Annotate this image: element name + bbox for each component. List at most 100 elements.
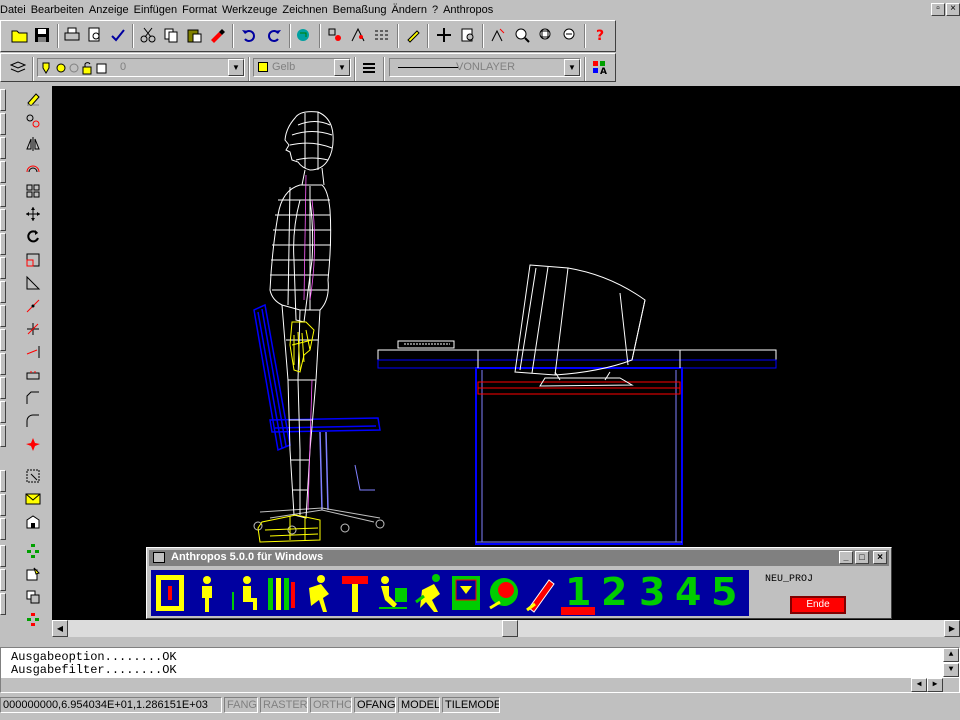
open-folder-icon[interactable]: [9, 24, 31, 46]
scroll-right-icon[interactable]: ▶: [927, 678, 943, 692]
seated-figure-icon[interactable]: [227, 572, 262, 614]
tilemode-toggle[interactable]: TILEMODE: [442, 697, 500, 713]
object-snap-icon[interactable]: [324, 24, 346, 46]
menu-zeichnen[interactable]: Zeichnen: [282, 4, 332, 16]
properties-icon[interactable]: A: [589, 57, 611, 79]
save-icon[interactable]: [31, 24, 53, 46]
pan-icon[interactable]: [433, 24, 455, 46]
layer-combo[interactable]: 0 ▼: [37, 58, 245, 77]
cut-icon[interactable]: [137, 24, 159, 46]
rotate-icon[interactable]: [22, 226, 44, 248]
extend-icon[interactable]: [22, 341, 44, 363]
print-icon[interactable]: [61, 24, 83, 46]
explode-icon[interactable]: [22, 433, 44, 455]
scroll-down-icon[interactable]: ▼: [943, 663, 959, 677]
menu-help[interactable]: ?: [432, 4, 443, 16]
snap-toggle[interactable]: FANG: [224, 697, 258, 713]
model-toggle[interactable]: MODEL: [398, 697, 440, 713]
chevron-down-icon[interactable]: ▼: [334, 59, 350, 76]
scroll-left-icon[interactable]: ◀: [52, 620, 68, 637]
command-window[interactable]: Ausgabeoption........OK Ausgabefilter...…: [0, 647, 960, 693]
tree-icon[interactable]: [22, 540, 44, 562]
scale-icon[interactable]: [22, 249, 44, 271]
fillet-icon[interactable]: [22, 410, 44, 432]
number-1[interactable]: 1: [565, 572, 591, 612]
erase-icon[interactable]: [22, 87, 44, 109]
zoom-previous-icon[interactable]: [559, 24, 581, 46]
insert-block-icon[interactable]: [22, 511, 44, 533]
scroll-left-icon[interactable]: ◀: [911, 678, 927, 692]
close-icon[interactable]: ×: [946, 3, 960, 16]
scroll-right-icon[interactable]: ▶: [944, 620, 960, 637]
number-5[interactable]: 5: [711, 572, 737, 612]
scroll-up-icon[interactable]: ▲: [943, 648, 959, 662]
named-views-icon[interactable]: [457, 24, 479, 46]
standing-figure-icon[interactable]: [190, 572, 225, 614]
pencil-icon[interactable]: [402, 24, 424, 46]
reach-figure-icon[interactable]: [338, 572, 373, 614]
xref-icon[interactable]: [22, 586, 44, 608]
chevron-down-icon[interactable]: ▼: [228, 59, 244, 76]
linetype-icon[interactable]: [371, 24, 393, 46]
info-figure-icon[interactable]: [153, 572, 188, 614]
copy-icon[interactable]: [160, 24, 182, 46]
running-figure-icon[interactable]: [412, 572, 447, 614]
linetype-combo[interactable]: VONLAYER ▼: [389, 58, 581, 77]
close-icon[interactable]: ×: [873, 551, 887, 564]
scroll-thumb[interactable]: [502, 620, 518, 637]
menu-anthropos[interactable]: Anthropos: [443, 4, 498, 16]
tracking-icon[interactable]: [347, 24, 369, 46]
edit-pencil-icon[interactable]: [523, 572, 558, 614]
menu-datei[interactable]: Datei: [0, 4, 31, 16]
grid-toggle[interactable]: RASTER: [260, 697, 308, 713]
stretch-icon[interactable]: [22, 272, 44, 294]
print-preview-icon[interactable]: [84, 24, 106, 46]
command-scrollbar[interactable]: ◀ ▶: [1, 678, 959, 692]
select-window-icon[interactable]: [22, 465, 44, 487]
number-4[interactable]: 4: [675, 572, 701, 612]
number-2[interactable]: 2: [601, 572, 627, 612]
visibility-check-icon[interactable]: [449, 572, 484, 614]
undo-icon[interactable]: [238, 24, 260, 46]
menu-einfuegen[interactable]: Einfügen: [134, 4, 182, 16]
zoom-window-icon[interactable]: [535, 24, 557, 46]
break-icon[interactable]: [22, 364, 44, 386]
motion-figure-icon[interactable]: [301, 572, 336, 614]
help-icon[interactable]: ?: [589, 24, 611, 46]
number-3[interactable]: 3: [639, 572, 665, 612]
chamfer-icon[interactable]: [22, 387, 44, 409]
offset-icon[interactable]: [22, 157, 44, 179]
aerial-view-icon[interactable]: [487, 24, 509, 46]
menu-aendern[interactable]: Ändern: [391, 4, 431, 16]
anthropos-title-bar[interactable]: Anthropos 5.0.0 für Windows _ □ ×: [149, 550, 889, 566]
menu-anzeige[interactable]: Anzeige: [89, 4, 134, 16]
menu-format[interactable]: Format: [182, 4, 222, 16]
chevron-down-icon[interactable]: ▼: [564, 59, 580, 76]
mail-icon[interactable]: [22, 488, 44, 510]
body-parts-icon[interactable]: [264, 572, 299, 614]
spellcheck-icon[interactable]: [107, 24, 129, 46]
attach-icon[interactable]: [22, 563, 44, 585]
menu-werkzeuge[interactable]: Werkzeuge: [222, 4, 282, 16]
cluster-icon[interactable]: [22, 609, 44, 631]
menu-bemassung[interactable]: Bemaßung: [333, 4, 392, 16]
ortho-toggle[interactable]: ORTHO: [310, 697, 352, 713]
linetype-manager-icon[interactable]: [358, 57, 380, 79]
workplace-icon[interactable]: [375, 572, 410, 614]
array-icon[interactable]: [22, 180, 44, 202]
paste-icon[interactable]: [183, 24, 205, 46]
hyperlink-icon[interactable]: [294, 24, 316, 46]
osnap-toggle[interactable]: OFANG: [354, 697, 396, 713]
trim-icon[interactable]: [22, 318, 44, 340]
zoom-realtime-icon[interactable]: [511, 24, 533, 46]
head-view-icon[interactable]: [486, 572, 521, 614]
redo-icon[interactable]: [263, 24, 285, 46]
end-button[interactable]: Ende: [790, 596, 846, 614]
restore-icon[interactable]: ▫: [931, 3, 945, 16]
maximize-icon[interactable]: □: [855, 551, 869, 564]
minimize-icon[interactable]: _: [839, 551, 853, 564]
match-properties-icon[interactable]: [206, 24, 228, 46]
copy-object-icon[interactable]: [22, 110, 44, 132]
menu-bearbeiten[interactable]: Bearbeiten: [31, 4, 89, 16]
horizontal-scrollbar[interactable]: ◀ ▶: [52, 620, 960, 637]
